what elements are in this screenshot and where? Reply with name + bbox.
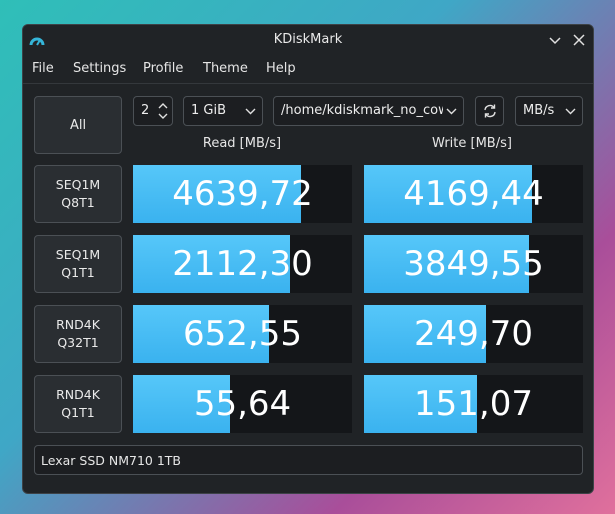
window-title: KDiskMark <box>273 32 343 47</box>
menu-file[interactable]: File <box>32 61 54 76</box>
test-label-line1: SEQ1M <box>55 177 101 192</box>
run-all-button[interactable]: All <box>34 96 122 154</box>
unit-select[interactable]: MB/s <box>515 96 583 126</box>
menu-theme[interactable]: Theme <box>203 61 248 76</box>
unit-value: MB/s <box>523 103 555 118</box>
write-result-rnd4k-q32t1: 249,70 <box>364 305 583 363</box>
read-column-header: Read [MB/s] <box>202 136 282 151</box>
test-button-rnd4k-q1t1[interactable]: RND4K Q1T1 <box>34 375 122 433</box>
spin-arrows-icon[interactable] <box>157 100 169 122</box>
chevron-down-icon <box>565 108 576 115</box>
close-icon[interactable] <box>570 31 588 49</box>
menubar: File Settings Profile Theme Help <box>23 56 593 84</box>
refresh-button[interactable] <box>475 96 504 126</box>
write-value: 249,70 <box>414 314 533 354</box>
menu-help[interactable]: Help <box>266 61 296 76</box>
menu-settings[interactable]: Settings <box>73 61 126 76</box>
read-result-seq1m-q1t1: 2112,30 <box>133 235 352 293</box>
test-button-seq1m-q8t1[interactable]: SEQ1M Q8T1 <box>34 165 122 223</box>
test-label-line1: RND4K <box>56 387 100 402</box>
loops-spinbox[interactable]: 2 <box>133 96 173 126</box>
read-value: 55,64 <box>193 384 292 424</box>
read-result-seq1m-q8t1: 4639,72 <box>133 165 352 223</box>
read-result-rnd4k-q32t1: 652,55 <box>133 305 352 363</box>
device-info-field[interactable]: Lexar SSD NM710 1TB <box>34 445 583 475</box>
write-value: 4169,44 <box>403 174 544 214</box>
target-path-value: /home/kdiskmark_no_cow <box>281 103 443 118</box>
refresh-icon <box>484 104 496 118</box>
write-value: 151,07 <box>414 384 533 424</box>
test-label-line2: Q8T1 <box>61 195 95 210</box>
menu-profile[interactable]: Profile <box>143 61 183 76</box>
write-result-rnd4k-q1t1: 151,07 <box>364 375 583 433</box>
read-value: 652,55 <box>183 314 302 354</box>
write-result-seq1m-q1t1: 3849,55 <box>364 235 583 293</box>
kdiskmark-window: KDiskMark File Settings Profile Theme He… <box>22 24 594 494</box>
test-label-line1: RND4K <box>56 317 100 332</box>
test-label-line2: Q32T1 <box>57 335 99 350</box>
titlebar: KDiskMark <box>23 25 593 56</box>
loops-value: 2 <box>141 103 150 118</box>
test-button-seq1m-q1t1[interactable]: SEQ1M Q1T1 <box>34 235 122 293</box>
chevron-down-icon <box>245 108 256 115</box>
chevron-down-icon <box>446 108 457 115</box>
test-label-line2: Q1T1 <box>61 405 95 420</box>
write-column-header: Write [MB/s] <box>432 136 512 151</box>
write-result-seq1m-q8t1: 4169,44 <box>364 165 583 223</box>
minimize-chevron-icon[interactable] <box>546 31 564 49</box>
target-path-select[interactable]: /home/kdiskmark_no_cow <box>273 96 464 126</box>
read-value: 4639,72 <box>172 174 313 214</box>
file-size-select[interactable]: 1 GiB <box>183 96 263 126</box>
test-button-rnd4k-q32t1[interactable]: RND4K Q32T1 <box>34 305 122 363</box>
read-result-rnd4k-q1t1: 55,64 <box>133 375 352 433</box>
read-value: 2112,30 <box>172 244 313 284</box>
write-value: 3849,55 <box>403 244 544 284</box>
test-label-line2: Q1T1 <box>61 265 95 280</box>
file-size-value: 1 GiB <box>191 103 227 118</box>
test-label-line1: SEQ1M <box>55 247 101 262</box>
